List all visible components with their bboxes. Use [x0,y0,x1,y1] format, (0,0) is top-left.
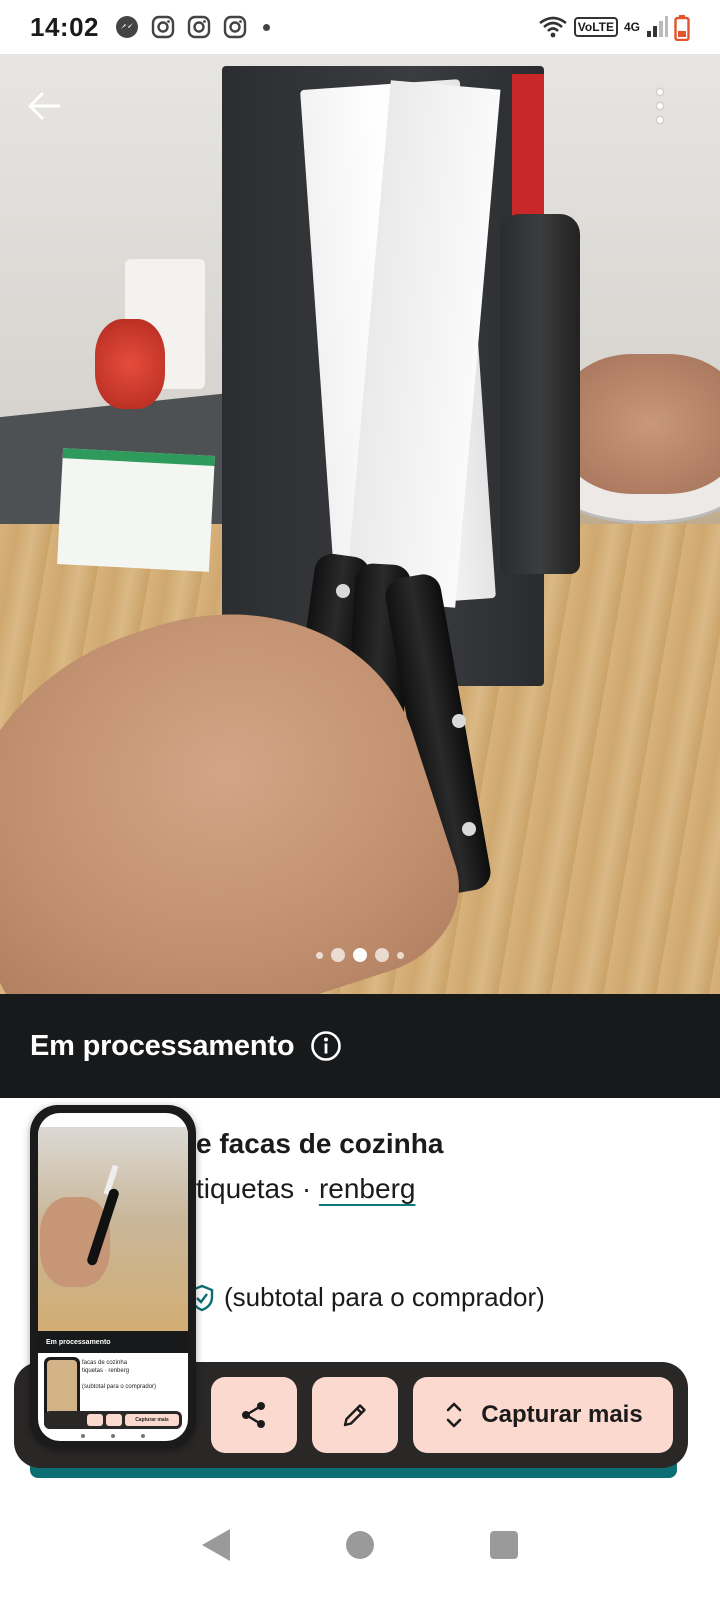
expand-vertical-icon [446,1402,462,1428]
edit-button[interactable] [312,1377,398,1453]
thumbnail-navbar [38,1431,188,1441]
brand-link[interactable]: renberg [319,1173,416,1204]
photo-red-object [95,319,165,409]
screenshot-preview-thumbnail[interactable]: Em processamento facas de cozinha tiquet… [30,1105,196,1449]
price-row: (subtotal para o comprador) [188,1282,545,1313]
photo-nutrition-card [57,448,215,572]
thumbnail-pencil-icon [106,1414,122,1426]
share-button[interactable] [211,1377,297,1453]
more-vertical-icon-dot [657,117,663,123]
capture-more-button[interactable]: Capturar mais [413,1377,673,1453]
carousel-dot[interactable] [316,951,323,959]
thumbnail-nav-dot [111,1434,115,1438]
listing-subtitle: tiquetas · renberg [196,1173,415,1205]
thumbnail-nav-dot [81,1434,85,1438]
thumbnail-price-note: (subtotal para o comprador) [82,1384,157,1390]
system-icons: VoLTE 4G [538,15,690,41]
photo-person-arm [560,354,720,494]
back-button[interactable] [22,84,66,128]
more-notifications-dot-icon [263,23,270,31]
carousel-dot-active[interactable] [353,948,367,962]
thumbnail-subtitle: tiquetas · renberg [82,1368,130,1374]
share-icon [242,1402,265,1428]
thumbnail-capture-label: Capturar mais [125,1414,179,1426]
wifi-icon [538,15,568,39]
status-bar: 14:02 VoLTE 4G [0,0,720,54]
arrow-left-icon [28,92,61,120]
more-vertical-icon [657,89,663,95]
carousel-dot[interactable] [397,951,404,959]
pencil-icon [343,1404,366,1427]
photo-bottle [500,214,580,574]
notification-icons [115,15,270,39]
thumbnail-title: facas de cozinha [82,1360,128,1366]
thumbnail-screen: Em processamento facas de cozinha tiquet… [38,1113,188,1441]
network-type-label: 4G [623,20,640,34]
capture-more-label: Capturar mais [481,1401,643,1428]
system-navigation-bar [0,1490,720,1600]
thumbnail-nav-dot [141,1434,145,1438]
instagram-icon [151,15,175,39]
carousel-dot[interactable] [375,948,389,962]
info-icon[interactable] [310,1030,342,1062]
volte-icon: VoLTE [573,17,618,37]
thumbnail-text: facas de cozinha tiquetas · renberg (sub… [82,1359,156,1391]
battery-low-icon [674,15,690,41]
status-time: 14:02 [30,11,99,42]
instagram-icon [223,15,247,39]
thumbnail-banner: Em processamento [38,1331,188,1353]
thumbnail-photo [38,1127,188,1331]
signal-icon [646,15,668,39]
buyer-subtotal-note: (subtotal para o comprador) [224,1282,545,1312]
nav-home-icon[interactable] [346,1531,374,1559]
more-vertical-icon-dot [657,103,663,109]
product-photo[interactable] [0,54,720,994]
instagram-icon [187,15,211,39]
thumbnail-share-icon [87,1414,103,1426]
nav-recents-icon[interactable] [490,1531,518,1559]
carousel-dot[interactable] [331,948,345,962]
thumbnail-actions: Capturar mais [44,1411,182,1429]
messenger-icon [115,15,139,39]
more-options-button[interactable] [642,82,678,130]
photo-rivet [452,714,466,728]
carousel-indicator [0,948,720,962]
photo-rivet [336,584,350,598]
processing-status-text: Em processamento [30,1029,295,1062]
photo-rivet [462,822,476,836]
processing-banner: Em processamento [0,994,720,1098]
listing-title: e facas de cozinha [196,1128,444,1159]
nav-back-icon[interactable] [202,1529,230,1561]
listing-subtitle-text: tiquetas · [196,1173,319,1204]
